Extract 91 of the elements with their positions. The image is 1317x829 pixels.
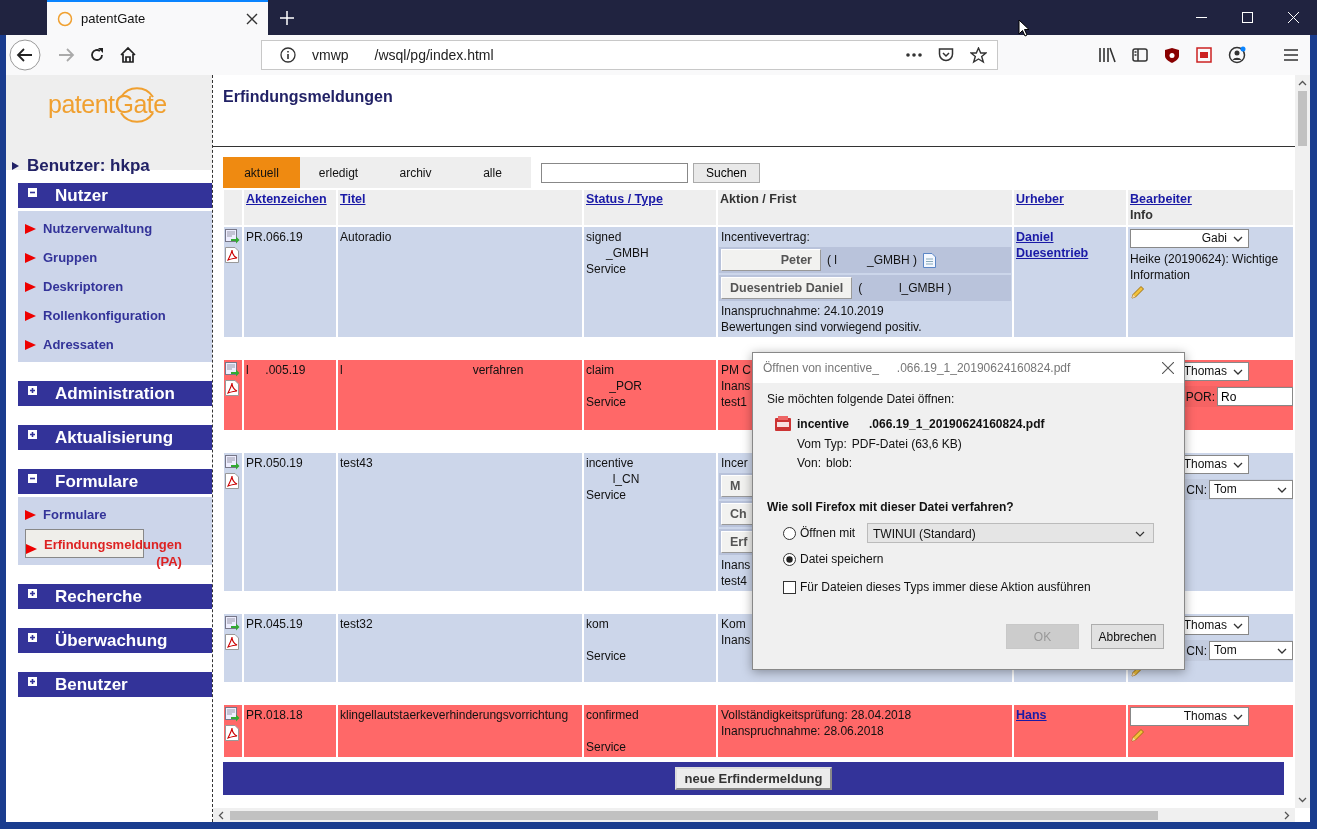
role-label: CN: bbox=[1186, 481, 1207, 498]
menu-link[interactable]: Rollenkonfiguration bbox=[39, 306, 170, 325]
table-cell: claim _POR Service bbox=[584, 360, 716, 430]
action-text: Incer bbox=[720, 455, 749, 471]
dialog-prompt: Sie möchten folgende Datei öffnen: bbox=[767, 392, 956, 406]
section-header[interactable]: Administration bbox=[18, 381, 212, 406]
dialog-title: .066.19_1_20190624160824.pdf bbox=[896, 361, 1071, 375]
person-button[interactable]: Peter bbox=[721, 249, 821, 271]
table-cell: l .005.19 bbox=[244, 360, 336, 430]
remember-option[interactable]: Für Dateien dieses Typs immer diese Aktion ausführen bbox=[783, 580, 1091, 594]
action-text: Incentivevertrag: bbox=[720, 229, 811, 245]
radio-option[interactable]: Öffnen mit bbox=[783, 526, 867, 540]
action-text: Inans bbox=[720, 632, 752, 648]
action-text: Vollständigkeitsprüfung: 28.04.2018 bbox=[720, 707, 913, 723]
radio-option[interactable]: Datei speichern bbox=[783, 552, 884, 566]
filter-tab[interactable]: alle bbox=[454, 157, 531, 188]
browser-tab[interactable]: patentGate bbox=[47, 0, 268, 35]
section-header[interactable]: Aktualisierung bbox=[18, 425, 212, 450]
logo: patentGate bbox=[48, 85, 178, 125]
action-text: Inanspruchnahme: 28.06.2018 bbox=[720, 723, 885, 739]
person-button[interactable]: Duesentrieb Daniel bbox=[721, 277, 853, 299]
action-text: Bewertungen sind vorwiegend positiv. bbox=[720, 319, 923, 335]
filter-tab[interactable]: erledigt bbox=[300, 157, 377, 188]
action-text: test4 bbox=[720, 573, 748, 589]
table-cell: signed _GMBH Service bbox=[584, 227, 716, 337]
section-header[interactable]: Nutzer bbox=[18, 183, 212, 208]
table-cell: test32 bbox=[338, 614, 582, 682]
action-text: PM C bbox=[720, 362, 752, 378]
action-text: Inanspruchnahme: 24.10.2019 bbox=[720, 303, 885, 319]
menu-link[interactable]: Deskriptoren bbox=[39, 277, 128, 296]
menu-link[interactable]: Formulare bbox=[39, 505, 111, 524]
column-header[interactable]: Aktenzeichen bbox=[244, 190, 336, 225]
column-header[interactable]: Status / Type bbox=[584, 190, 716, 225]
info-text: Heike (20190624): Wichtige Information bbox=[1130, 251, 1280, 283]
assignee-select[interactable]: Gabi bbox=[1130, 229, 1249, 248]
column-header[interactable]: Urheber bbox=[1014, 190, 1126, 225]
company-text: ( l _GMBH ) bbox=[827, 252, 917, 268]
menu-link[interactable]: Adressaten bbox=[39, 335, 118, 354]
role-select[interactable]: Tom bbox=[1209, 480, 1293, 499]
file-name: incentive bbox=[797, 417, 850, 431]
menu-link[interactable]: Nutzerverwaltung bbox=[39, 219, 157, 238]
section-header[interactable]: Benutzer bbox=[18, 672, 212, 697]
role-select[interactable]: Tom bbox=[1209, 641, 1293, 660]
role-label: POR: bbox=[1185, 388, 1215, 405]
dialog-button[interactable]: Abbrechen bbox=[1091, 624, 1164, 649]
user-label: Benutzer: hkpa bbox=[27, 156, 150, 176]
role-label: CN: bbox=[1186, 642, 1207, 659]
column-header[interactable]: Titel bbox=[338, 190, 582, 225]
table-cell: PR.066.19 bbox=[244, 227, 336, 337]
type-value: PDF-Datei (63,6 KB) bbox=[851, 437, 962, 451]
action-text: Inans bbox=[720, 378, 752, 394]
column-header: Aktion / Frist bbox=[718, 190, 1012, 225]
url-host: vmwp bbox=[312, 47, 349, 63]
new-report-button[interactable]: neue Erfindermeldung bbox=[674, 767, 833, 790]
from-label: Von: bbox=[797, 456, 822, 470]
dialog-title: Öffnen von incentive_ bbox=[763, 361, 879, 375]
table-cell: test43 bbox=[338, 453, 582, 591]
url-path: /wsql/pg/index.html bbox=[374, 47, 494, 63]
table-cell: l verfahren bbox=[338, 360, 582, 430]
filter-tab[interactable]: aktuell bbox=[223, 157, 300, 188]
table-cell: incentive l_CN Service bbox=[584, 453, 716, 591]
section-header[interactable]: Formulare bbox=[18, 469, 212, 494]
section-header[interactable]: Überwachung bbox=[18, 628, 212, 653]
originator-link[interactable]: Hans bbox=[1016, 707, 1047, 723]
type-label: Vom Typ: bbox=[797, 437, 847, 451]
company-text: ( l_GMBH ) bbox=[858, 280, 952, 296]
action-text: Inans bbox=[720, 557, 752, 573]
filter-tab[interactable]: archiv bbox=[377, 157, 454, 188]
table-cell: PR.045.19 bbox=[244, 614, 336, 682]
table-cell: kom Service bbox=[584, 614, 716, 682]
table-cell: confirmed Service bbox=[584, 705, 716, 757]
table-cell: PR.050.19 bbox=[244, 453, 336, 591]
column-header[interactable]: Bearbeiter Info bbox=[1128, 190, 1293, 225]
address-bar[interactable]: vmwp /wsql/pg/index.html bbox=[261, 40, 998, 70]
assignee-select[interactable]: Thomas bbox=[1130, 707, 1249, 726]
table-cell: Autoradio bbox=[338, 227, 582, 337]
action-text: test1 bbox=[720, 394, 748, 410]
from-value: blob: bbox=[826, 456, 853, 470]
section-header[interactable]: Recherche bbox=[18, 584, 212, 609]
table-cell: klingellautstaerkeverhinderungsvorrichtung bbox=[338, 705, 582, 757]
page-title: Erfindungsmeldungen bbox=[223, 88, 394, 106]
menu-link[interactable]: Gruppen bbox=[39, 248, 102, 267]
table-cell: PR.018.18 bbox=[244, 705, 336, 757]
file-name: .066.19_1_20190624160824.pdf bbox=[869, 417, 1045, 431]
application-select[interactable]: TWINUI (Standard) bbox=[867, 523, 1154, 543]
menu-link[interactable]: Erfindungsmeldungen (PA) bbox=[40, 534, 186, 572]
role-input[interactable]: Ro bbox=[1217, 387, 1293, 406]
originator-link[interactable]: Daniel Duesentrieb bbox=[1016, 229, 1089, 261]
dialog-question: Wie soll Firefox mit dieser Datei verfahren? bbox=[767, 500, 1015, 514]
action-text: Kom bbox=[720, 616, 747, 632]
search-button[interactable]: Suchen bbox=[693, 162, 760, 183]
